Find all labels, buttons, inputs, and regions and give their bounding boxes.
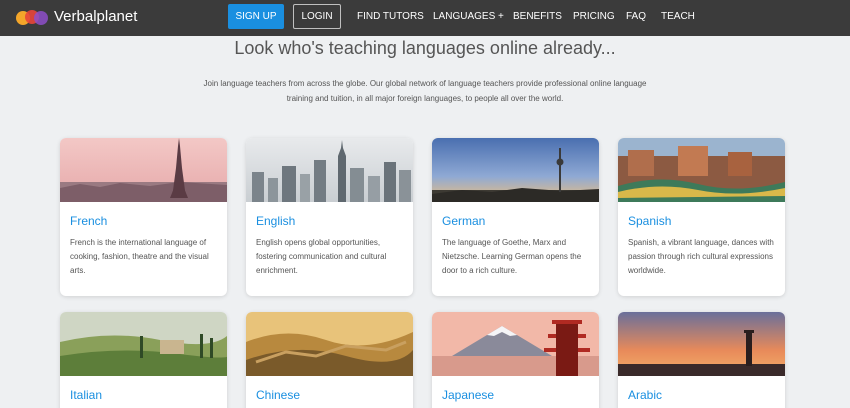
- top-navbar: Verbalplanet SIGN UP LOGIN FIND TUTORS L…: [0, 0, 850, 36]
- card-title[interactable]: French: [70, 214, 107, 228]
- card-title[interactable]: German: [442, 214, 485, 228]
- paris-skyline-image: [60, 138, 227, 202]
- sunset-minaret-image: [618, 312, 785, 376]
- nav-pricing[interactable]: PRICING: [573, 11, 615, 22]
- nav-benefits[interactable]: BENEFITS: [513, 11, 562, 22]
- language-card-japanese[interactable]: Japanese: [432, 312, 599, 408]
- language-card-french[interactable]: French French is the international langu…: [60, 138, 227, 296]
- language-card-arabic[interactable]: Arabic: [618, 312, 785, 408]
- language-card-german[interactable]: German The language of Goethe, Marx and …: [432, 138, 599, 296]
- brand-name[interactable]: Verbalplanet: [54, 8, 137, 25]
- tuscany-landscape-image: [60, 312, 227, 376]
- login-button[interactable]: LOGIN: [293, 4, 341, 29]
- nav-faq[interactable]: FAQ: [626, 11, 646, 22]
- card-description: The language of Goethe, Marx and Nietzsc…: [442, 238, 582, 275]
- intro-paragraph: Join language teachers from across the g…: [203, 79, 647, 103]
- language-card-english[interactable]: English English opens global opportuniti…: [246, 138, 413, 296]
- card-title[interactable]: Arabic: [628, 388, 662, 402]
- page-heading: Look who's teaching languages online alr…: [234, 38, 616, 58]
- card-title[interactable]: Japanese: [442, 388, 494, 402]
- berlin-skyline-image: [432, 138, 599, 202]
- language-card-chinese[interactable]: Chinese: [246, 312, 413, 408]
- great-wall-image: [246, 312, 413, 376]
- nav-teach[interactable]: TEACH: [661, 11, 695, 22]
- sign-up-button[interactable]: SIGN UP: [228, 4, 284, 29]
- mount-fuji-pagoda-image: [432, 312, 599, 376]
- card-title[interactable]: Spanish: [628, 214, 671, 228]
- card-description: English opens global opportunities, fost…: [256, 238, 387, 275]
- card-description: Spanish, a vibrant language, dances with…: [628, 238, 774, 275]
- nav-find-tutors[interactable]: FIND TUTORS: [357, 11, 424, 22]
- language-card-spanish[interactable]: Spanish Spanish, a vibrant language, dan…: [618, 138, 785, 296]
- barcelona-park-guell-image: [618, 138, 785, 202]
- card-title[interactable]: Chinese: [256, 388, 300, 402]
- language-card-italian[interactable]: Italian: [60, 312, 227, 408]
- new-york-skyline-image: [246, 138, 413, 202]
- card-description: French is the international language of …: [70, 238, 209, 275]
- nav-languages[interactable]: LANGUAGES +: [433, 11, 504, 22]
- card-title[interactable]: Italian: [70, 388, 102, 402]
- card-title[interactable]: English: [256, 214, 295, 228]
- verbalplanet-logo-icon[interactable]: [14, 7, 50, 27]
